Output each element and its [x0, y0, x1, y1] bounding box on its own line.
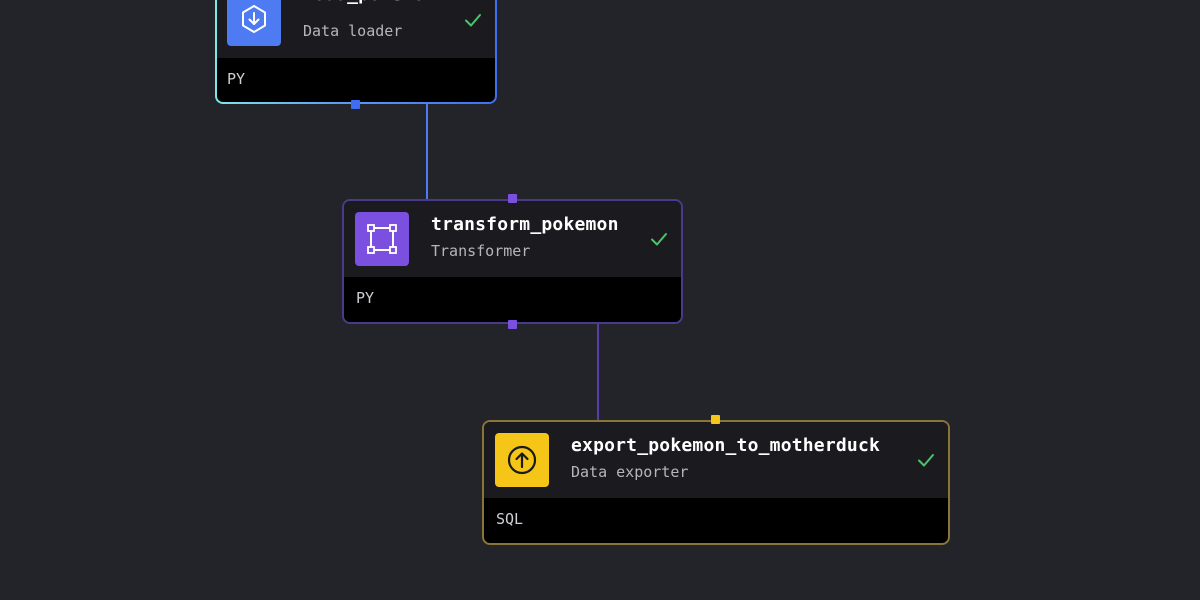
block-name: export_pokemon_to_motherduck — [571, 435, 881, 456]
block-icon-tile — [227, 0, 281, 46]
block-language: SQL — [496, 510, 524, 528]
edge-load-to-transform — [356, 104, 512, 199]
block-name: load_pokemon — [303, 0, 435, 5]
pipeline-canvas[interactable]: load_pokemon Data loader PY transform_po… — [0, 0, 1200, 600]
block-transform-pokemon[interactable]: transform_pokemon Transformer PY — [342, 199, 683, 324]
download-hexagon-icon — [242, 5, 266, 33]
frame-select-icon — [367, 224, 397, 254]
check-icon — [465, 14, 481, 27]
block-type: Data loader — [303, 22, 403, 40]
output-port[interactable] — [508, 320, 517, 329]
block-load-pokemon[interactable]: load_pokemon Data loader PY — [215, 0, 497, 104]
input-port[interactable] — [711, 415, 720, 424]
block-type: Data exporter — [571, 463, 689, 481]
block-name: transform_pokemon — [431, 214, 619, 235]
block-icon-tile — [355, 212, 409, 266]
check-icon — [918, 454, 934, 467]
block-language: PY — [227, 70, 246, 88]
upload-circle-icon — [507, 445, 537, 475]
input-port[interactable] — [508, 194, 517, 203]
block-export-pokemon-to-motherduck[interactable]: export_pokemon_to_motherduck Data export… — [482, 420, 950, 545]
output-port[interactable] — [351, 100, 360, 109]
block-type: Transformer — [431, 242, 531, 260]
block-icon-tile — [495, 433, 549, 487]
check-icon — [651, 233, 667, 246]
block-language: PY — [356, 289, 375, 307]
block-header — [484, 422, 948, 498]
